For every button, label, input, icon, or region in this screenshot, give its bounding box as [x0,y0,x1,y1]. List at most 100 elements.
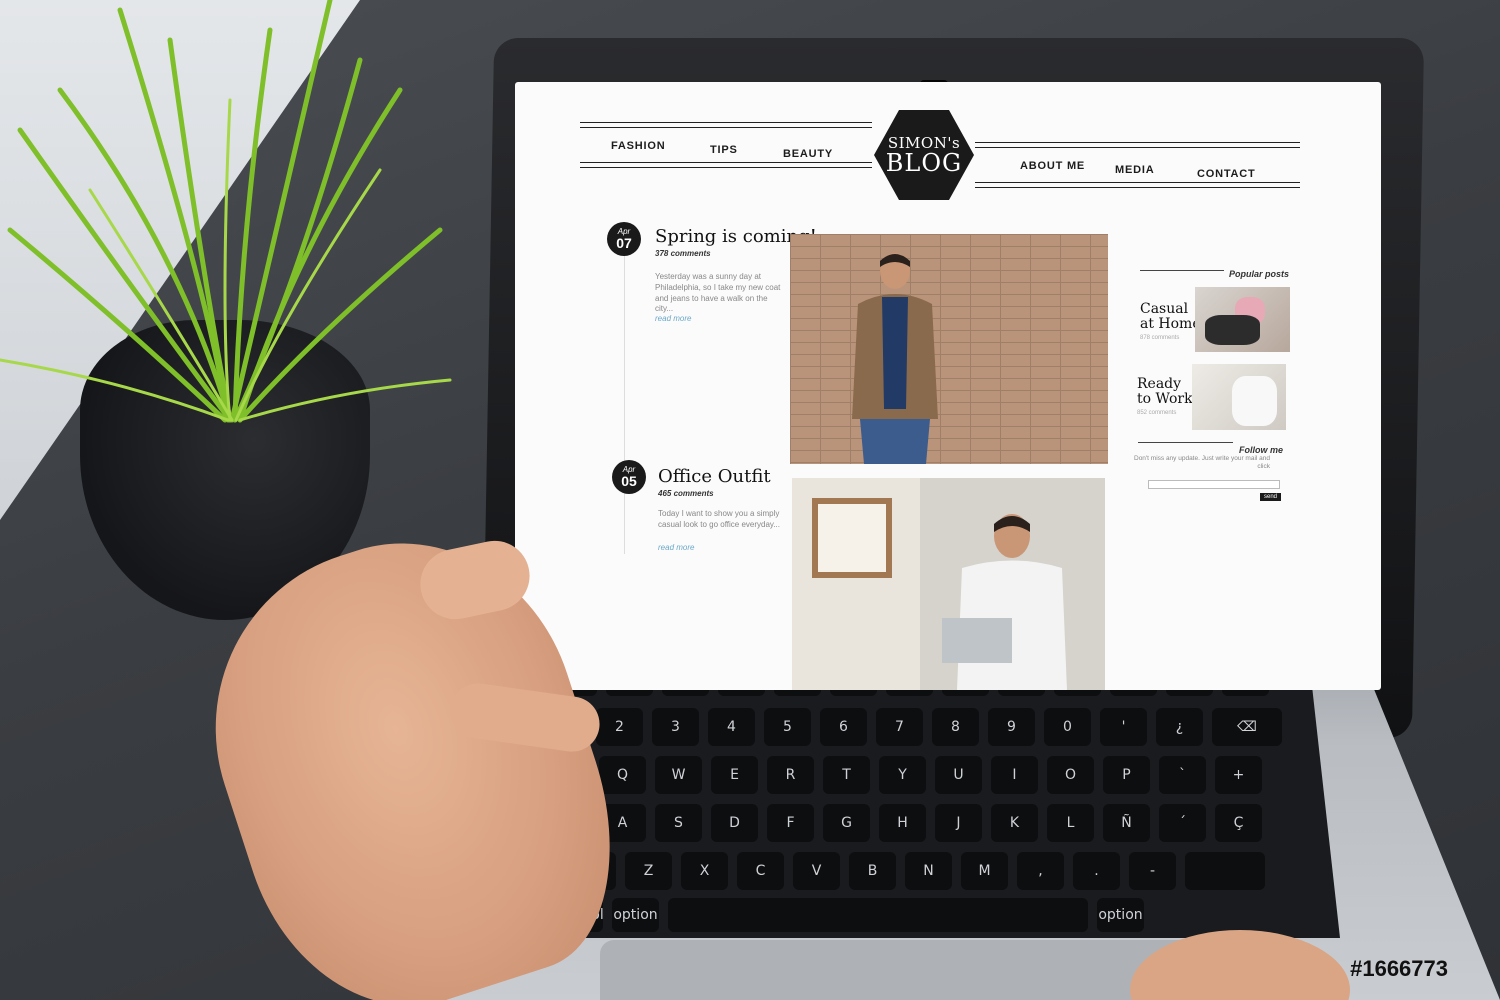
key[interactable]: F [767,804,814,842]
key-option[interactable]: option [612,898,659,932]
key[interactable]: R [767,756,814,794]
popular-thumb-work[interactable] [1192,364,1286,430]
key[interactable]: K [991,804,1038,842]
key[interactable]: + [1215,756,1262,794]
sidebar-rule [1140,270,1224,271]
read-more-link[interactable]: read more [655,314,691,323]
nav-contact[interactable]: CONTACT [1197,168,1256,180]
key[interactable]: U [935,756,982,794]
key[interactable]: E [711,756,758,794]
popular-title-line1: Ready [1137,376,1182,392]
plant-grass [0,0,452,423]
key[interactable]: I [991,756,1038,794]
key[interactable]: B [849,852,896,890]
key[interactable]: Z [625,852,672,890]
sidebar-rule [1138,442,1233,443]
key[interactable]: ¿ [1156,708,1203,746]
key-shift-right[interactable] [1185,852,1265,890]
popular-post-comments: 878 comments [1140,335,1180,341]
key[interactable]: 9 [988,708,1035,746]
nav-tips[interactable]: TIPS [710,144,738,156]
date-badge: Apr 05 [612,460,646,494]
key[interactable]: S [655,804,702,842]
nav-beauty[interactable]: BEAUTY [783,148,833,160]
send-button[interactable]: send [1260,493,1282,501]
key[interactable]: D [711,804,758,842]
post-comments[interactable]: 378 comments [655,249,711,258]
key[interactable]: ' [1100,708,1147,746]
popular-post-comments: 852 comments [1137,410,1177,416]
key[interactable]: N [905,852,952,890]
key[interactable]: 6 [820,708,867,746]
post-comments[interactable]: 465 comments [658,489,714,498]
key[interactable]: H [879,804,926,842]
stock-image-id: #1666773 [1350,956,1448,981]
key[interactable]: 0 [1044,708,1091,746]
nav-about-me[interactable]: ABOUT ME [1020,160,1085,172]
key[interactable]: J [935,804,982,842]
post-title[interactable]: Office Outfit [658,466,771,487]
laptop-screen: FASHION TIPS BEAUTY SIMON's BLOG ABOUT M… [515,82,1381,690]
nav-rule [975,182,1300,183]
popular-title-line1: Casual [1140,301,1189,317]
follow-me-heading: Follow me [1239,445,1284,455]
key[interactable]: ´ [1159,804,1206,842]
popular-title-line2: to Work [1137,390,1193,407]
key[interactable]: 5 [764,708,811,746]
nav-fashion[interactable]: FASHION [611,140,666,152]
key-space[interactable] [668,898,1088,932]
popular-post-title[interactable]: Ready to Work [1137,377,1193,406]
blog-logo[interactable]: SIMON's BLOG [874,110,974,200]
office-window-frame [812,498,892,578]
key[interactable]: O [1047,756,1094,794]
email-input[interactable] [1148,480,1280,489]
nav-rule [975,147,1300,148]
man-in-jacket-figure [852,253,938,464]
key-backspace[interactable]: ⌫ [1212,708,1282,746]
nav-media[interactable]: MEDIA [1115,164,1154,176]
post-excerpt: Yesterday was a sunny day at Philadelphi… [655,272,781,314]
key[interactable]: G [823,804,870,842]
key[interactable]: 7 [876,708,923,746]
nav-rule [580,167,872,168]
nav-rule [975,142,1300,143]
post-excerpt: Today I want to show you a simply casual… [658,509,780,529]
key[interactable]: - [1129,852,1176,890]
key[interactable]: X [681,852,728,890]
key[interactable]: Ç [1215,804,1262,842]
logo-line2: BLOG [885,148,963,177]
nav-rule [580,122,872,123]
key[interactable]: L [1047,804,1094,842]
key[interactable]: ` [1159,756,1206,794]
key[interactable]: C [737,852,784,890]
key[interactable]: Ñ [1103,804,1150,842]
popular-thumb-casual[interactable] [1195,287,1290,352]
nav-rule [580,162,872,163]
post-image-office[interactable] [792,478,1105,690]
nav-rule [580,127,872,128]
key[interactable]: Y [879,756,926,794]
key[interactable]: W [655,756,702,794]
key[interactable]: . [1073,852,1120,890]
key-option-right[interactable]: option [1097,898,1144,932]
post-image-spring[interactable] [790,234,1108,464]
date-badge: Apr 07 [607,222,641,256]
date-day: 05 [621,473,637,489]
keyboard[interactable]: 1 2 3 4 5 6 7 8 9 0 ' ¿ ⌫ Q W E R T Y U … [490,668,1340,938]
person-lying-shape [1205,315,1260,345]
read-more-link[interactable]: read more [658,543,694,552]
key[interactable]: M [961,852,1008,890]
timeline-line [624,254,625,554]
key[interactable]: 8 [932,708,979,746]
key[interactable]: 3 [652,708,699,746]
key[interactable]: 4 [708,708,755,746]
popular-title-line2: at Home [1140,315,1201,332]
key[interactable]: V [793,852,840,890]
key[interactable]: T [823,756,870,794]
follow-description: Don't miss any update. Just write your m… [1134,455,1270,471]
key[interactable]: 2 [596,708,643,746]
popular-post-title[interactable]: Casual at Home [1140,302,1201,331]
key[interactable]: Q [599,756,646,794]
key[interactable]: , [1017,852,1064,890]
key[interactable]: P [1103,756,1150,794]
